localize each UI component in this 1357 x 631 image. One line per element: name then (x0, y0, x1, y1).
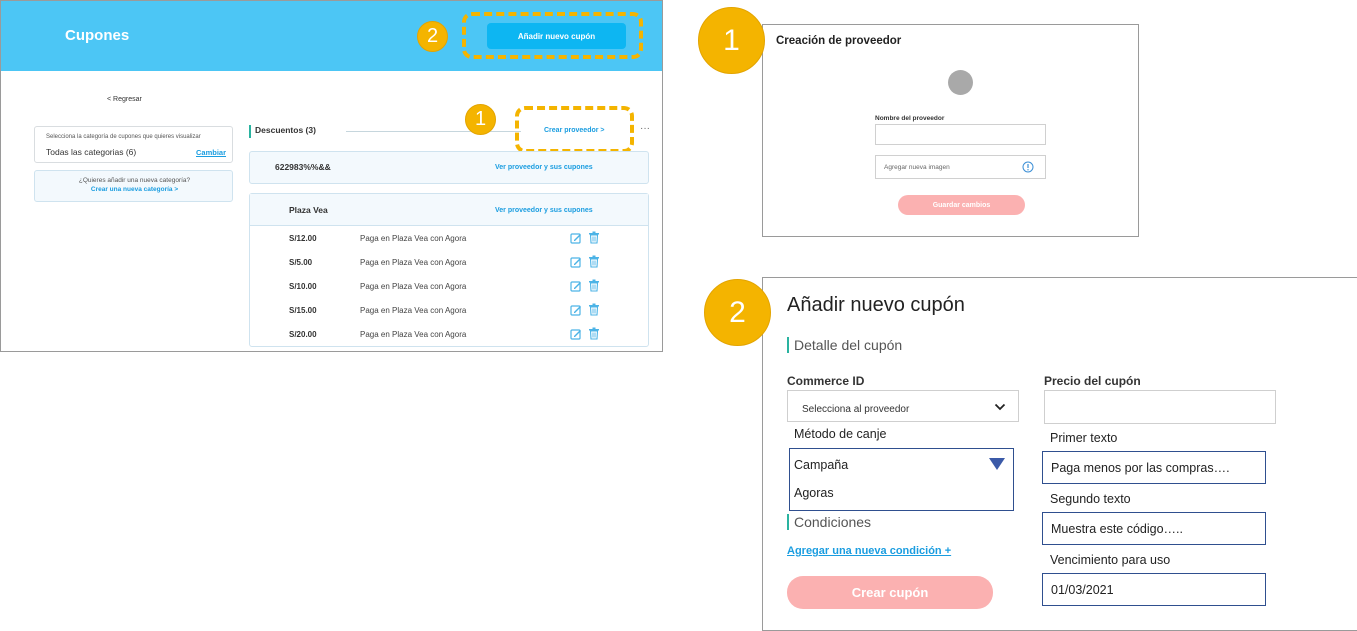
info-icon[interactable] (1022, 161, 1034, 173)
provider-name-input[interactable] (875, 124, 1046, 145)
section-title-detail: Detalle del cupón (787, 337, 902, 353)
coupon-row: S/20.00 Paga en Plaza Vea con Agora (250, 323, 648, 347)
coupon-amount: S/12.00 (289, 234, 317, 243)
coupon-description: Paga en Plaza Vea con Agora (360, 282, 467, 291)
expiry-date-value: 01/03/2021 (1051, 583, 1114, 597)
provider-card: 622983%%&& Ver proveedor y sus cupones (249, 151, 649, 184)
coupons-screen: Cupones Añadir nuevo cupón 2 < Regresar … (0, 0, 663, 352)
commerce-id-placeholder: Selecciona al proveedor (802, 404, 910, 415)
category-selector: Selecciona la categoría de cupones que q… (34, 126, 233, 163)
edit-icon[interactable] (570, 232, 582, 244)
view-provider-link[interactable]: Ver proveedor y sus cupones (495, 164, 593, 171)
price-label: Precio del cupón (1044, 374, 1141, 388)
expiry-label: Vencimiento para uso (1050, 553, 1171, 567)
panel-title: Añadir nuevo cupón (787, 294, 965, 316)
discounts-title: Descuentos (3) (249, 125, 316, 138)
provider-name-label: Nombre del proveedor (875, 115, 945, 122)
coupon-amount: S/15.00 (289, 306, 317, 315)
provider-card: Plaza Vea Ver proveedor y sus cupones S/… (249, 193, 649, 347)
edit-icon[interactable] (570, 328, 582, 340)
redeem-method-label: Método de canje (794, 427, 887, 441)
first-text-input[interactable]: Paga menos por las compras…. (1042, 451, 1266, 484)
trash-icon[interactable] (588, 327, 600, 340)
section-title-conditions: Condiciones (787, 514, 871, 530)
add-image-label: Agregar nueva imagen (884, 164, 950, 171)
highlight-box-2 (462, 12, 643, 59)
page-title: Cupones (65, 27, 130, 44)
change-category-link[interactable]: Cambiar (196, 148, 226, 157)
coupon-amount: S/5.00 (289, 258, 313, 267)
coupon-row: S/15.00 Paga en Plaza Vea con Agora (250, 299, 648, 323)
create-provider-panel: Creación de proveedor Nombre del proveed… (762, 24, 1139, 237)
step-badge-2: 2 (704, 279, 771, 346)
trash-icon[interactable] (588, 255, 600, 268)
coupon-amount: S/10.00 (289, 282, 317, 291)
coupon-description: Paga en Plaza Vea con Agora (360, 234, 467, 243)
coupon-description: Paga en Plaza Vea con Agora (360, 258, 467, 267)
trash-icon[interactable] (588, 303, 600, 316)
step-badge-1: 1 (465, 104, 496, 135)
edit-icon[interactable] (570, 256, 582, 268)
new-category-question: ¿Quieres añadir una nueva categoría? (78, 177, 191, 184)
redeem-method-dropdown[interactable]: Campaña Agoras (789, 448, 1014, 511)
commerce-id-select[interactable]: Selecciona al proveedor (787, 390, 1019, 422)
coupon-description: Paga en Plaza Vea con Agora (360, 330, 467, 339)
create-coupon-button[interactable]: Crear cupón (787, 576, 993, 609)
divider (346, 131, 521, 132)
step-badge-1: 1 (698, 7, 765, 74)
add-coupon-panel: Añadir nuevo cupón Detalle del cupón Com… (762, 277, 1357, 631)
view-provider-link[interactable]: Ver proveedor y sus cupones (495, 207, 593, 214)
back-link[interactable]: < Regresar (107, 96, 142, 103)
coupon-row: S/10.00 Paga en Plaza Vea con Agora (250, 275, 648, 299)
provider-avatar[interactable] (948, 70, 973, 95)
chevron-down-icon (994, 403, 1006, 411)
second-text-input[interactable]: Muestra este código….. (1042, 512, 1266, 545)
add-condition-link[interactable]: Agregar una nueva condición + (787, 545, 951, 557)
trash-icon[interactable] (588, 279, 600, 292)
expiry-date-input[interactable]: 01/03/2021 (1042, 573, 1266, 606)
coupon-row: S/12.00 Paga en Plaza Vea con Agora (250, 227, 648, 251)
category-hint: Selecciona la categoría de cupones que q… (46, 134, 201, 140)
highlight-box-1 (515, 106, 634, 153)
redeem-option-campaign[interactable]: Campaña (794, 458, 848, 472)
second-text-label: Segundo texto (1050, 492, 1131, 506)
provider-name: Plaza Vea (289, 205, 328, 215)
commerce-id-label: Commerce ID (787, 374, 865, 388)
edit-icon[interactable] (570, 280, 582, 292)
redeem-option-agoras[interactable]: Agoras (794, 486, 834, 500)
more-options-icon[interactable]: ··· (640, 123, 650, 134)
app-header: Cupones Añadir nuevo cupón 2 (1, 1, 662, 71)
trash-icon[interactable] (588, 231, 600, 244)
create-category-link[interactable]: Crear una nueva categoría > (35, 186, 234, 193)
coupon-amount: S/20.00 (289, 330, 317, 339)
step-badge-2: 2 (417, 21, 448, 52)
second-text-value: Muestra este código….. (1051, 522, 1184, 536)
dropdown-triangle-icon[interactable] (989, 458, 1005, 470)
provider-header: Plaza Vea Ver proveedor y sus cupones (250, 194, 648, 226)
first-text-value: Paga menos por las compras…. (1051, 461, 1230, 475)
category-value: Todas las categorias (6) (46, 147, 137, 157)
price-input[interactable] (1044, 390, 1276, 424)
coupon-description: Paga en Plaza Vea con Agora (360, 306, 467, 315)
panel-title: Creación de proveedor (776, 35, 902, 47)
first-text-label: Primer texto (1050, 431, 1118, 445)
add-image-field[interactable]: Agregar nueva imagen (875, 155, 1046, 179)
new-category-card: ¿Quieres añadir una nueva categoría? Cre… (34, 170, 233, 202)
provider-name: 622983%%&& (275, 162, 331, 172)
edit-icon[interactable] (570, 304, 582, 316)
coupon-row: S/5.00 Paga en Plaza Vea con Agora (250, 251, 648, 275)
save-changes-button[interactable]: Guardar cambios (898, 195, 1025, 215)
